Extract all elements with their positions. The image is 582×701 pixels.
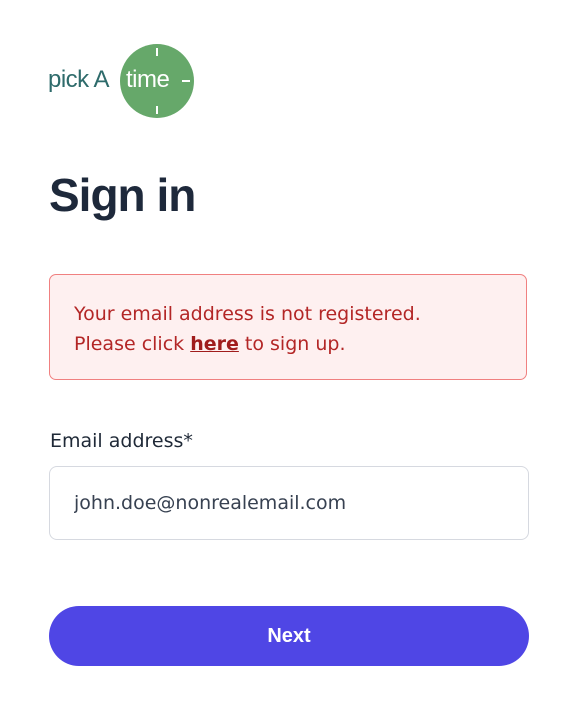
alert-message-line1: Your email address is not registered. — [74, 303, 421, 325]
alert-suffix: to sign up. — [244, 333, 346, 355]
next-button[interactable]: Next — [49, 606, 529, 666]
logo-time-text: time — [126, 66, 170, 93]
error-alert: Your email address is not registered. Pl… — [49, 274, 527, 380]
page-title: Sign in — [49, 169, 196, 221]
logo: pick A time — [48, 44, 198, 118]
signup-link[interactable]: here — [190, 333, 239, 355]
clock-icon: time — [120, 44, 194, 118]
clock-tick-top — [156, 48, 158, 56]
alert-message-line2: Please click here to sign up. — [74, 329, 502, 359]
logo-text: pick A — [48, 66, 110, 93]
email-field-container — [49, 466, 529, 540]
clock-tick-bottom — [156, 106, 158, 114]
email-label: Email address* — [50, 430, 193, 452]
alert-prefix: Please click — [74, 333, 185, 355]
email-field[interactable] — [50, 467, 528, 539]
clock-tick-right — [182, 80, 190, 82]
